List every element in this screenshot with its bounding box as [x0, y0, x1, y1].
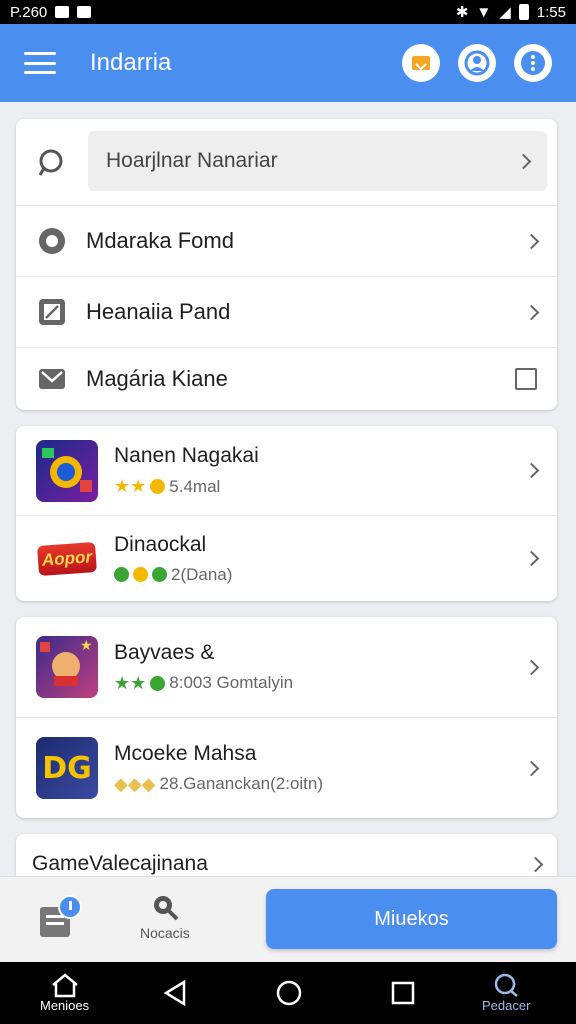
chevron-right-icon	[515, 153, 532, 169]
game-icon-logo: Aopor	[36, 541, 97, 576]
menu-item-1[interactable]: Mdaraka Fomd	[16, 206, 557, 277]
search-row[interactable]: Hoarjlnar Nanariar	[16, 119, 557, 206]
app-title: Indarria	[90, 49, 172, 76]
more-vert-icon	[521, 51, 545, 75]
chevron-right-icon	[523, 550, 540, 567]
chevron-right-icon	[523, 462, 540, 479]
home-circle-icon[interactable]	[275, 979, 303, 1012]
menu-card: Hoarjlnar Nanariar Mdaraka Fomd Heanaiia…	[16, 119, 557, 410]
menu-item-label: Mdaraka Fomd	[86, 228, 234, 253]
notification-icon-2	[77, 6, 92, 18]
system-nav-bar: Menioes Pedacer	[0, 962, 576, 1024]
svg-text:★: ★	[80, 637, 93, 653]
game-icon: ★	[36, 636, 98, 698]
games-card-1: Nanen Nagakai ★★ 5.4mal Aopor Dinaockal …	[16, 426, 557, 601]
nav-home-label: Menioes	[40, 998, 90, 1013]
home-icon	[51, 973, 78, 998]
game-meta: 2(Dana)	[114, 565, 232, 585]
notification-icon	[55, 6, 70, 18]
chevron-right-icon	[523, 760, 540, 776]
back-icon[interactable]	[162, 979, 188, 1012]
status-left-text: P.260	[10, 3, 48, 21]
settings-icon	[153, 896, 179, 921]
gift-button[interactable]	[402, 44, 440, 82]
game-meta: ★★ 5.4mal	[114, 476, 259, 497]
nav-home[interactable]: Menioes	[40, 972, 89, 1013]
game-row[interactable]: ★ Bayvaes & ★★ 8:003 Gomtalyin	[16, 617, 557, 718]
badge-icon	[114, 567, 129, 582]
game-meta-text: 5.4mal	[169, 476, 221, 496]
menu-item-label: Heanaiia Pand	[86, 299, 231, 324]
game-meta-text: 2(Dana)	[171, 564, 233, 584]
coin-icon	[150, 479, 166, 494]
edit-box-icon	[36, 296, 68, 328]
games-card-2: ★ Bayvaes & ★★ 8:003 Gomtalyin DG Mcoeke…	[16, 617, 557, 818]
nav-profile[interactable]: Pedacer	[482, 972, 530, 1013]
diamond-icon: ◆◆◆	[114, 773, 156, 794]
game-row[interactable]: Nanen Nagakai ★★ 5.4mal	[16, 426, 557, 516]
game-row[interactable]: Aopor Dinaockal 2(Dana)	[16, 516, 557, 601]
game-name: Nanen Nagakai	[114, 444, 259, 467]
more-options-button[interactable]	[514, 44, 552, 82]
game-name: Bayvaes &	[114, 640, 215, 664]
chevron-right-icon	[523, 233, 540, 249]
game-meta-text: 28.Gananckan(2:oitn)	[159, 774, 324, 793]
game-icon: DG	[36, 737, 98, 799]
game-meta-text: 8:003 Gomtalyin	[169, 673, 294, 692]
wifi-icon: ▼	[476, 3, 492, 21]
person-icon	[464, 50, 490, 76]
recents-icon[interactable]	[390, 980, 416, 1011]
notes-label: Nocacis	[140, 925, 190, 941]
bluetooth-icon: ✱	[455, 4, 469, 21]
notes-icon[interactable]	[38, 895, 82, 946]
chevron-right-icon	[523, 659, 540, 675]
game-icon-logo: DG	[42, 750, 92, 786]
game-meta: ◆◆◆ 28.Gananckan(2:oitn)	[114, 774, 323, 795]
game-name: Mcoeke Mahsa	[114, 741, 257, 765]
nav-profile-label: Pedacer	[482, 998, 531, 1013]
gift-icon	[412, 56, 430, 71]
location-icon	[36, 225, 68, 257]
primary-button[interactable]: Miuekos	[266, 889, 557, 949]
hamburger-menu-icon[interactable]	[24, 52, 56, 74]
search-field[interactable]: Hoarjlnar Nanariar	[88, 131, 547, 191]
badge-icon	[150, 675, 166, 691]
game-icon	[36, 439, 98, 502]
game-name: Dinaockal	[114, 532, 207, 556]
search-text: Hoarjlnar Nanariar	[106, 149, 278, 172]
game-row[interactable]: DG Mcoeke Mahsa ◆◆◆ 28.Gananckan(2:oitn)	[16, 718, 557, 818]
profile-button[interactable]	[458, 44, 496, 82]
notes-tab[interactable]: Nocacis	[140, 891, 190, 941]
signal-icon: ◢	[499, 4, 511, 21]
search-icon	[36, 147, 68, 179]
status-time: 1:55	[536, 3, 566, 21]
menu-item-3[interactable]: Magária Kiane	[16, 348, 557, 410]
battery-icon	[518, 4, 529, 20]
menu-item-2[interactable]: Heanaiia Pand	[16, 277, 557, 348]
status-bar: P.260 ✱ ▼ ◢ 1:55	[0, 0, 576, 24]
bottom-action-bar: Nocacis Miuekos	[0, 876, 576, 962]
app-bar: Indarria	[0, 24, 576, 102]
game-meta: ★★ 8:003 Gomtalyin	[114, 673, 293, 694]
mail-icon	[36, 363, 68, 395]
checkbox[interactable]	[515, 368, 537, 390]
star-icon: ★★	[114, 476, 147, 496]
chevron-right-icon	[523, 304, 540, 320]
star-icon: ★★	[114, 672, 147, 693]
search-person-icon	[494, 973, 519, 997]
coin-icon	[133, 567, 148, 582]
partial-card-title: GameValecajinana	[32, 852, 208, 875]
game-icon: Aopor	[36, 527, 98, 590]
badge-icon	[152, 567, 167, 582]
chevron-right-icon	[527, 856, 544, 872]
menu-item-label: Magária Kiane	[86, 366, 228, 391]
